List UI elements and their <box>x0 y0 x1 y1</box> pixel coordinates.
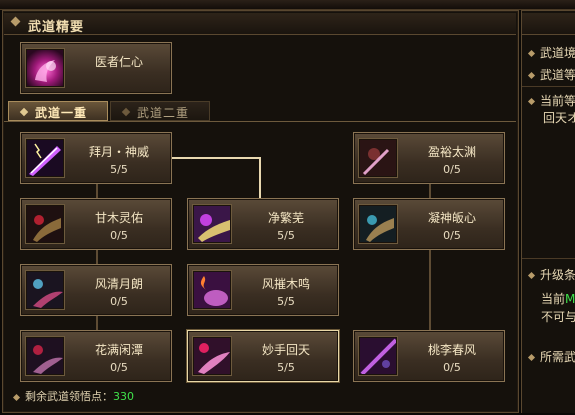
blossom-skill-icon <box>359 337 397 375</box>
remaining-points: 剩余武道领悟点：330 <box>12 388 134 404</box>
detail-line-effect: 回天オ <box>543 109 575 126</box>
skill-name: 盈裕太渊 <box>427 145 476 159</box>
skill-name: 拜月・神威 <box>88 145 149 159</box>
moon-skill-icon <box>26 271 64 309</box>
tab-wudao-erzhong[interactable]: 武道二重 <box>110 101 210 121</box>
skill-level: 0/5 <box>443 361 461 374</box>
detail-text: 武道等 <box>540 68 575 82</box>
tree-connector <box>96 184 98 198</box>
detail-line-upgrade: 升级条 <box>527 266 575 283</box>
detail-text: 回天オ <box>543 111 575 125</box>
tree-connector <box>172 157 260 159</box>
focus-skill-icon <box>359 205 397 243</box>
purify-skill-icon <box>193 205 231 243</box>
remaining-points-value: 330 <box>113 390 134 403</box>
flame-skill-icon <box>193 271 231 309</box>
skill-level: 0/5 <box>443 163 461 176</box>
detail-text: 升级条 <box>540 268 575 282</box>
detail-text: 不可与 <box>541 310 575 324</box>
skill-card-baiyue[interactable]: 拜月・神威 5/5 <box>20 132 172 184</box>
skill-name: 风清月朗 <box>94 277 143 291</box>
skill-card-taoli[interactable]: 桃李春风 0/5 <box>353 330 505 382</box>
detail-separator <box>522 258 575 259</box>
detail-line-level: 武道等 <box>527 66 575 83</box>
flower-skill-icon <box>26 337 64 375</box>
detail-text: 武道境 <box>540 46 575 60</box>
skill-level: 0/5 <box>443 229 461 242</box>
bullet-diamond-icon <box>527 353 536 362</box>
detail-text-green: M <box>565 292 575 306</box>
skill-name: 花满闲潭 <box>94 343 143 357</box>
window-top-strip <box>0 0 575 10</box>
detail-line-current: 当前等 <box>527 92 575 109</box>
tab-label: 武道一重 <box>35 106 88 120</box>
healing-skill-icon <box>26 49 64 87</box>
revive-skill-icon <box>193 337 231 375</box>
skill-card-yingyu[interactable]: 盈裕太渊 0/5 <box>353 132 505 184</box>
bullet-diamond-icon <box>527 97 536 106</box>
skill-level: 5/5 <box>277 295 295 308</box>
bullet-diamond-icon <box>527 71 536 80</box>
herb-skill-icon <box>26 205 64 243</box>
skill-level: 0/5 <box>110 229 128 242</box>
tree-connector <box>259 157 261 198</box>
detail-line-current-req: 当前M <box>541 290 575 307</box>
bullet-diamond-icon <box>527 271 536 280</box>
detail-text: 所需武 <box>540 350 575 364</box>
skill-card-ningshen[interactable]: 凝神皈心 0/5 <box>353 198 505 250</box>
skill-card-jingfen[interactable]: 净繁芜 5/5 <box>187 198 339 250</box>
panel-title: 武道精要 <box>28 20 85 35</box>
detail-text: 当前 <box>541 292 566 306</box>
skill-name: 医者仁心 <box>94 55 143 69</box>
detail-line-cost: 所需武 <box>527 348 575 365</box>
skill-name: 桃李春风 <box>427 343 476 357</box>
detail-text: 当前等 <box>540 94 575 108</box>
skill-level: 0/5 <box>110 295 128 308</box>
detail-separator <box>522 86 575 87</box>
tree-connector <box>429 184 431 198</box>
skill-level: 5/5 <box>277 361 295 374</box>
skill-name: 凝神皈心 <box>427 211 476 225</box>
detail-header <box>522 13 575 35</box>
bullet-diamond-icon <box>527 49 536 58</box>
skill-card-huaman[interactable]: 花满闲潭 0/5 <box>20 330 172 382</box>
skill-level: 5/5 <box>277 229 295 242</box>
skill-name: 甘木灵佑 <box>94 211 143 225</box>
skill-name: 妙手回天 <box>261 343 310 357</box>
skill-name: 风摧木鸣 <box>261 277 310 291</box>
remaining-points-label: 剩余武道领悟点： <box>25 390 113 403</box>
tab-label: 武道二重 <box>137 106 190 120</box>
tree-connector <box>96 250 98 264</box>
skill-card-yizherenxin[interactable]: 医者仁心 <box>20 42 172 94</box>
skill-card-ganmu[interactable]: 甘木灵佑 0/5 <box>20 198 172 250</box>
tab-diamond-icon <box>121 107 131 117</box>
detail-line-realm: 武道境 <box>527 44 575 61</box>
tab-wudao-yizhong[interactable]: 武道一重 <box>8 101 108 121</box>
skill-level: 0/5 <box>110 361 128 374</box>
tree-connector <box>96 316 98 330</box>
skill-card-fengcui[interactable]: 风摧木鸣 5/5 <box>187 264 339 316</box>
tab-diamond-icon <box>19 107 29 117</box>
footer-diamond-icon <box>12 393 21 401</box>
skill-level: 5/5 <box>110 163 128 176</box>
skill-card-miaoshou[interactable]: 妙手回天 5/5 <box>187 330 339 382</box>
orb-skill-icon <box>359 139 397 177</box>
skill-card-fengqing[interactable]: 风清月朗 0/5 <box>20 264 172 316</box>
lightning-sword-icon <box>26 139 64 177</box>
detail-line-restriction: 不可与 <box>541 308 575 325</box>
tree-connector <box>429 250 431 330</box>
skill-name: 净繁芜 <box>267 211 304 225</box>
